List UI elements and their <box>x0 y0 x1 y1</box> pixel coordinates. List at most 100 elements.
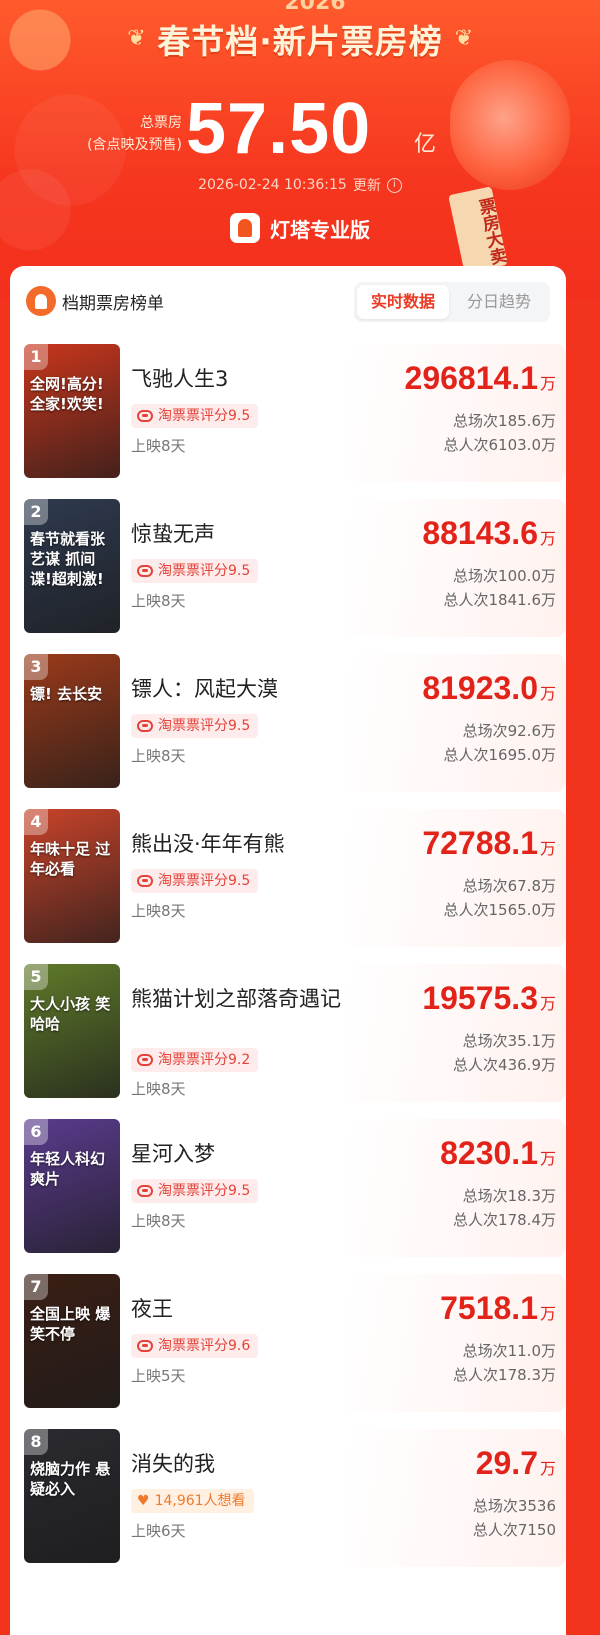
ranking-card-header: 档期票房榜单 实时数据 分日趋势 <box>10 266 566 336</box>
total-label-line1: 总票房 <box>140 115 182 131</box>
brand-name: 灯塔专业版 <box>270 217 370 242</box>
rating-badge: 淘票票评分9.6 <box>131 1334 259 1358</box>
total-shows: 总场次185.6万 <box>453 412 556 430</box>
box-office-number: 296814.1 <box>404 360 538 396</box>
movie-poster[interactable]: 3 镖! 去长安 <box>24 654 120 788</box>
poster-caption: 烧脑力作 悬疑必入 <box>30 1460 111 1498</box>
days-released: 上映8天 <box>131 1212 186 1230</box>
movie-poster[interactable]: 6 年轻人科幻爽片 <box>24 1119 120 1253</box>
total-shows: 总场次18.3万 <box>462 1187 556 1205</box>
update-label: 更新 <box>352 178 381 194</box>
rank-badge: 7 <box>24 1274 48 1300</box>
box-office-number: 7518.1 <box>440 1290 538 1326</box>
movie-title[interactable]: 飞驰人生3 <box>131 364 361 394</box>
box-office-number: 29.7 <box>475 1445 538 1481</box>
total-viewers: 总人次1565.0万 <box>443 901 557 919</box>
taopiaopiao-icon <box>137 410 153 422</box>
total-value: 57.50 <box>186 89 372 169</box>
box-office-number: 19575.3 <box>422 980 538 1016</box>
ranking-list-icon <box>26 286 56 316</box>
box-office-unit: 万 <box>539 531 556 548</box>
taopiaopiao-icon <box>137 875 153 887</box>
poster-caption: 镖! 去长安 <box>30 685 103 703</box>
days-released: 上映8天 <box>131 1080 186 1098</box>
days-released: 上映6天 <box>131 1522 186 1540</box>
taopiaopiao-icon <box>137 1185 153 1197</box>
movie-row[interactable]: 7 全国上映 爆笑不停 夜王 淘票票评分9.6 上映5天 7518.1 万 总场次… <box>22 1274 566 1412</box>
ranking-list-title: 档期票房榜单 <box>62 294 164 314</box>
movie-row[interactable]: 5 大人小孩 笑哈哈 熊猫计划之部落奇遇记 淘票票评分9.2 上映8天 1957… <box>22 964 566 1102</box>
days-released: 上映8天 <box>131 592 186 610</box>
total-shows: 总场次100.0万 <box>453 567 556 585</box>
badge-text: 淘票票评分9.2 <box>158 1052 251 1068</box>
tab-group: 实时数据 分日趋势 <box>354 282 550 322</box>
box-office-unit: 万 <box>539 1461 556 1478</box>
ranking-card: 档期票房榜单 实时数据 分日趋势 1 全网!高分!全家!欢笑! 飞驰人生3 淘票… <box>10 266 566 1635</box>
box-office-value: 88143.6 万 <box>422 515 556 552</box>
total-shows: 总场次67.8万 <box>462 877 556 895</box>
rank-badge: 2 <box>24 499 48 525</box>
rating-badge: 淘票票评分9.2 <box>131 1048 259 1072</box>
movie-row[interactable]: 8 烧脑力作 悬疑必入 消失的我 ♥ 14,961人想看 上映6天 29.7 万 … <box>22 1429 566 1567</box>
info-icon[interactable]: i <box>386 177 402 193</box>
box-office-unit: 万 <box>539 841 556 858</box>
poster-caption: 春节就看张艺谋 抓间谍!超刺激! <box>30 530 106 588</box>
taopiaopiao-icon <box>137 565 153 577</box>
want-to-see-badge: ♥ 14,961人想看 <box>131 1489 254 1513</box>
movie-row[interactable]: 4 年味十足 过年必看 熊出没·年年有熊 淘票票评分9.5 上映8天 72788… <box>22 809 566 947</box>
total-shows: 总场次35.1万 <box>462 1032 556 1050</box>
movie-title[interactable]: 消失的我 <box>131 1449 361 1479</box>
movie-poster[interactable]: 4 年味十足 过年必看 <box>24 809 120 943</box>
movie-title[interactable]: 星河入梦 <box>131 1139 361 1169</box>
rating-badge: 淘票票评分9.5 <box>131 559 259 583</box>
movie-row[interactable]: 3 镖! 去长安 镖人：风起大漠 淘票票评分9.5 上映8天 81923.0 万 … <box>22 654 566 792</box>
total-unit: 亿 <box>414 132 437 157</box>
lantern-body <box>450 60 570 190</box>
movie-poster[interactable]: 2 春节就看张艺谋 抓间谍!超刺激! <box>24 499 120 633</box>
movie-row[interactable]: 2 春节就看张艺谋 抓间谍!超刺激! 惊蛰无声 淘票票评分9.5 上映8天 88… <box>22 499 566 637</box>
rating-badge: 淘票票评分9.5 <box>131 1179 259 1203</box>
tab-daily-trend[interactable]: 分日趋势 <box>453 285 545 319</box>
rank-badge: 1 <box>24 344 48 370</box>
box-office-unit: 万 <box>539 996 556 1013</box>
badge-text: 淘票票评分9.6 <box>158 1338 251 1354</box>
page-title: 春节档·新片票房榜 <box>157 22 443 61</box>
movie-poster[interactable]: 8 烧脑力作 悬疑必入 <box>24 1429 120 1563</box>
badge-text: 淘票票评分9.5 <box>158 1183 251 1199</box>
total-label-line2: (含点映及预售) <box>87 137 182 153</box>
total-viewers: 总人次178.3万 <box>453 1366 556 1384</box>
rating-badge: 淘票票评分9.5 <box>131 714 259 738</box>
movie-title[interactable]: 熊出没·年年有熊 <box>131 829 361 859</box>
total-viewers: 总人次7150 <box>472 1521 556 1539</box>
movie-poster[interactable]: 7 全国上映 爆笑不停 <box>24 1274 120 1408</box>
movie-title[interactable]: 熊猫计划之部落奇遇记 <box>131 984 361 1014</box>
days-released: 上映8天 <box>131 902 186 920</box>
box-office-number: 8230.1 <box>440 1135 538 1171</box>
movie-title[interactable]: 惊蛰无声 <box>131 519 361 549</box>
movie-row[interactable]: 1 全网!高分!全家!欢笑! 飞驰人生3 淘票票评分9.5 上映8天 29681… <box>22 344 566 482</box>
box-office-unit: 万 <box>539 686 556 703</box>
rating-badge: 淘票票评分9.5 <box>131 404 259 428</box>
movie-poster[interactable]: 5 大人小孩 笑哈哈 <box>24 964 120 1098</box>
year-label: 2026 <box>284 0 346 15</box>
taopiaopiao-icon <box>137 1340 153 1352</box>
badge-text: 14,961人想看 <box>154 1493 246 1509</box>
taopiaopiao-icon <box>137 720 153 732</box>
rank-badge: 3 <box>24 654 48 680</box>
lantern-decoration: 票房大卖 <box>440 40 590 274</box>
movie-row[interactable]: 6 年轻人科幻爽片 星河入梦 淘票票评分9.5 上映8天 8230.1 万 总场次… <box>22 1119 566 1257</box>
poster-caption: 年轻人科幻爽片 <box>30 1150 106 1188</box>
badge-text: 淘票票评分9.5 <box>158 408 251 424</box>
days-released: 上映8天 <box>131 747 186 765</box>
movie-title[interactable]: 夜王 <box>131 1294 361 1324</box>
rating-badge: 淘票票评分9.5 <box>131 869 259 893</box>
box-office-value: 8230.1 万 <box>440 1135 556 1172</box>
tab-realtime[interactable]: 实时数据 <box>357 285 449 319</box>
laurel-left-icon: ❦ <box>127 26 146 51</box>
days-released: 上映8天 <box>131 437 186 455</box>
movie-title[interactable]: 镖人：风起大漠 <box>131 674 361 704</box>
rank-badge: 8 <box>24 1429 48 1455</box>
rank-badge: 4 <box>24 809 48 835</box>
movie-poster[interactable]: 1 全网!高分!全家!欢笑! <box>24 344 120 478</box>
total-shows: 总场次92.6万 <box>462 722 556 740</box>
